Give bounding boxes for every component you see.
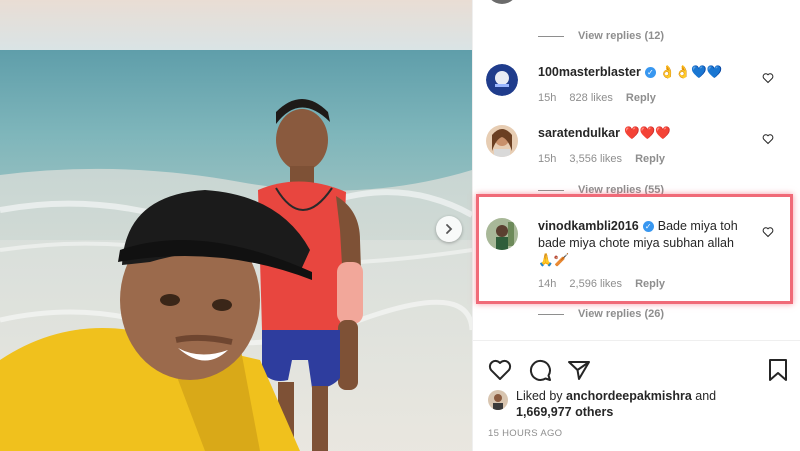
comment-time: 14h <box>538 278 557 290</box>
view-replies-label: View replies (12) <box>578 30 665 42</box>
comment-time: 15h <box>538 153 557 165</box>
comment-username[interactable]: 100masterblaster <box>538 65 641 79</box>
heart-icon[interactable] <box>762 133 774 145</box>
comment-username[interactable]: vinodkambli2016 <box>538 219 639 233</box>
verified-badge-icon: ✓ <box>642 221 654 232</box>
replies-dash <box>538 35 564 37</box>
reply-button[interactable]: Reply <box>635 153 665 165</box>
comment-likes[interactable]: 2,596 likes <box>569 278 622 290</box>
post-photo <box>0 0 472 451</box>
avatar[interactable] <box>486 125 518 157</box>
liked-by-and: and <box>695 389 717 403</box>
comment-item: saratendulkar ❤️❤️❤️ 15h 3,556 likes Repl… <box>486 125 786 169</box>
comment-body: ❤️❤️❤️ <box>623 126 671 140</box>
comment-text-block: 100masterblaster ✓ 👌👌💙💙 <box>538 64 748 81</box>
like-heart-icon[interactable] <box>488 358 512 382</box>
post-time-ago[interactable]: 15 HOURS AGO <box>488 428 562 439</box>
heart-icon[interactable] <box>762 72 774 84</box>
view-replies-label: View replies (26) <box>578 308 665 320</box>
avatar[interactable] <box>486 218 518 250</box>
comment-likes[interactable]: 828 likes <box>569 92 612 104</box>
chevron-right-icon <box>446 224 453 234</box>
avatar[interactable] <box>486 64 518 96</box>
heart-icon[interactable] <box>762 226 774 238</box>
replies-dash <box>538 313 564 315</box>
comment-item-highlighted: vinodkambli2016 ✓ Bade miya toh bade miya … <box>486 218 786 294</box>
view-replies[interactable]: View replies (26) <box>538 308 664 320</box>
comment-body: 👌👌💙💙 <box>659 65 723 79</box>
replies-dash <box>538 189 564 191</box>
actions-separator <box>473 340 800 341</box>
verified-badge-icon: ✓ <box>644 67 656 78</box>
liked-by-others[interactable]: 1,669,977 others <box>516 405 613 419</box>
reply-button[interactable]: Reply <box>635 278 665 290</box>
liker-avatar[interactable] <box>488 390 508 410</box>
comment-item: 100masterblaster ✓ 👌👌💙💙 15h 828 likes Repl… <box>486 64 786 108</box>
liked-by-prefix: Liked by <box>516 389 563 403</box>
comment-meta: 14h 2,596 likes Reply <box>538 278 675 290</box>
share-icon[interactable] <box>567 358 591 382</box>
comment-text-block: vinodkambli2016 ✓ Bade miya toh bade miya … <box>538 218 748 269</box>
liked-by-text: Liked by anchordeepakmishra and 1,669,97… <box>516 388 776 420</box>
next-photo-button[interactable] <box>436 216 462 242</box>
comment-likes[interactable]: 3,556 likes <box>569 153 622 165</box>
comment-icon[interactable] <box>528 358 552 382</box>
view-replies-top[interactable]: View replies (12) <box>538 30 664 42</box>
bookmark-icon[interactable] <box>766 358 790 382</box>
liked-by-user[interactable]: anchordeepakmishra <box>566 389 692 403</box>
reply-button[interactable]: Reply <box>626 92 656 104</box>
comment-text-block: saratendulkar ❤️❤️❤️ <box>538 125 748 142</box>
comment-username[interactable]: saratendulkar <box>538 126 620 140</box>
comment-meta: 15h 828 likes Reply <box>538 92 666 104</box>
comment-time: 15h <box>538 92 557 104</box>
comment-meta: 15h 3,556 likes Reply <box>538 153 675 165</box>
